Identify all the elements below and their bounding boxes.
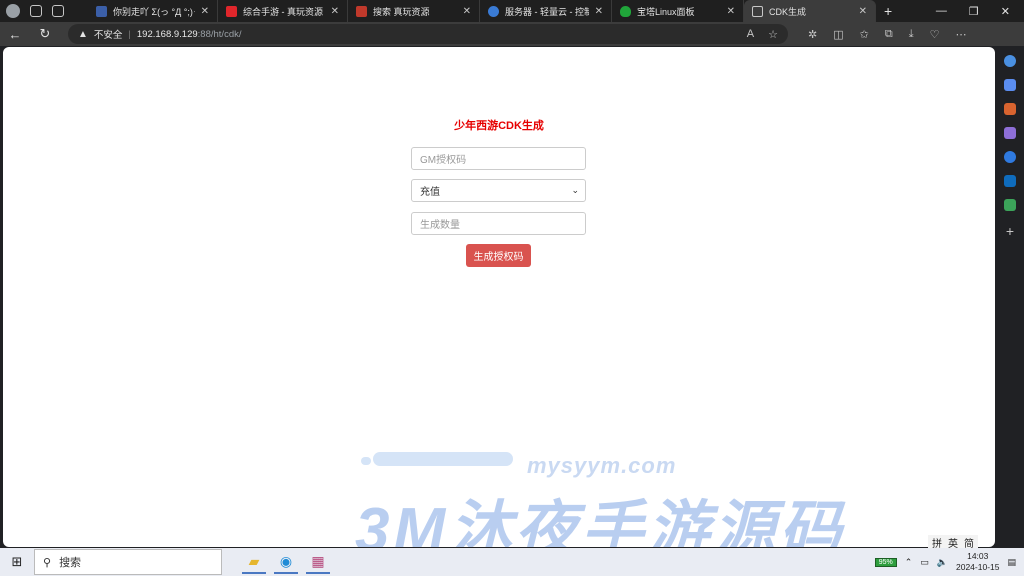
tab-4[interactable]: 宝塔Linux面板 ✕ (612, 0, 744, 22)
tab-bar-left (0, 4, 88, 18)
archive-app-icon[interactable]: ▦ (306, 550, 330, 574)
cloud-icon (488, 5, 499, 17)
tab-close-icon[interactable]: ✕ (859, 6, 867, 17)
tab-close-icon[interactable]: ✕ (201, 6, 209, 17)
clock-time: 14:03 (967, 551, 989, 561)
favorites-icon[interactable]: ✩ (860, 28, 869, 41)
address-bar-row: ← ↻ ▲ 不安全 | 192.168.9.129:88/ht/cdk/ A ☆… (0, 22, 1024, 46)
url-field[interactable]: ▲ 不安全 | 192.168.9.129:88/ht/cdk/ A ☆ (68, 24, 788, 44)
tab-title: 服务器 - 轻量云 - 控制台 (505, 6, 589, 17)
collections-icon[interactable]: ⧉ (885, 28, 893, 41)
download-icon[interactable]: ⤓ (909, 28, 914, 41)
back-icon[interactable]: ← (0, 27, 30, 42)
chevron-down-icon: ⌄ (571, 185, 579, 195)
outlook-icon[interactable] (1004, 175, 1016, 187)
speaker-icon[interactable]: 🔈 (937, 557, 948, 568)
clock-date: 2024-10-15 (956, 562, 1000, 572)
watermark-dot (361, 457, 371, 465)
tab-5-active[interactable]: CDK生成 ✕ (744, 0, 876, 22)
tab-1[interactable]: 综合手游 - 真玩资源 ✕ (218, 0, 348, 22)
notification-icon[interactable]: ▤ (1007, 557, 1016, 568)
tag-icon[interactable] (1004, 79, 1016, 91)
chevron-up-icon[interactable]: ⌃ (905, 557, 913, 568)
tab-favicon-icon (96, 5, 107, 17)
tab-3[interactable]: 服务器 - 轻量云 - 控制台 ✕ (480, 0, 612, 22)
tab-close-icon[interactable]: ✕ (595, 6, 603, 17)
toolbox-icon[interactable] (1004, 103, 1016, 115)
tab-close-icon[interactable]: ✕ (727, 6, 735, 17)
refresh-icon[interactable]: ↻ (30, 26, 60, 42)
system-tray: 95% ⌃ ▭ 🔈 14:03 2024-10-15 ▤ (874, 551, 1024, 573)
select-value: 充值 (420, 187, 440, 198)
close-window-icon[interactable]: ✕ (1001, 5, 1010, 18)
gm-code-input[interactable]: GM授权码 (411, 147, 586, 170)
page-icon (752, 5, 763, 17)
tab-actions-icon[interactable] (52, 5, 64, 17)
page-title: 少年西游CDK生成 (454, 120, 544, 132)
performance-icon[interactable]: ♡ (930, 28, 940, 41)
copilot-icon[interactable] (1004, 151, 1016, 163)
tab-title: CDK生成 (769, 6, 807, 17)
windows-start-icon[interactable]: ⊞ (0, 554, 34, 570)
tab-title: 你别走吖 Σ(っ °Д °;)っ (113, 6, 195, 17)
restore-icon[interactable]: ❐ (969, 5, 979, 18)
taskbar: ⊞ ⚲ 搜索 ▰ ◉ ▦ 95% ⌃ ▭ 🔈 14:03 2024-10-15 … (0, 548, 1024, 576)
people-icon[interactable] (1004, 127, 1016, 139)
search-icon: ⚲ (43, 556, 52, 569)
new-tab-icon[interactable]: + (876, 3, 892, 19)
warning-icon: ▲ (78, 28, 88, 40)
taskbar-apps: ▰ ◉ ▦ (242, 550, 330, 574)
tab-title: 宝塔Linux面板 (637, 6, 695, 17)
tab-close-icon[interactable]: ✕ (331, 6, 339, 17)
tab-0[interactable]: 你别走吖 Σ(っ °Д °;)っ ✕ (88, 0, 218, 22)
battery-indicator[interactable]: 95% (874, 557, 897, 567)
tab-2[interactable]: 搜索 真玩资源 ✕ (348, 0, 480, 22)
tab-title: 搜索 真玩资源 (373, 6, 430, 17)
tab-title: 综合手游 - 真玩资源 (243, 6, 323, 17)
security-label[interactable]: 不安全 (94, 27, 123, 41)
separator: | (128, 28, 131, 40)
network-icon[interactable]: ▭ (920, 557, 929, 568)
edge-browser-icon[interactable]: ◉ (274, 550, 298, 574)
watermark-url: mysyym.com (527, 453, 677, 478)
shield-icon (620, 5, 631, 17)
extensions-icon[interactable]: ✲ (808, 28, 817, 41)
url-actions: A ☆ (747, 28, 778, 41)
clock[interactable]: 14:03 2024-10-15 (956, 551, 999, 573)
minimize-icon[interactable]: — (936, 5, 947, 18)
taskbar-search[interactable]: ⚲ 搜索 (34, 549, 222, 575)
read-aloud-icon[interactable]: A (747, 28, 754, 41)
quantity-input[interactable]: 生成数量 (411, 212, 586, 235)
tab-favicon-icon (356, 5, 367, 17)
add-icon[interactable]: + (1006, 223, 1014, 239)
tab-close-icon[interactable]: ✕ (463, 6, 471, 17)
edge-sidebar: + (996, 47, 1024, 547)
toolbar-icons: ✲ ◫ ✩ ⧉ ⤓ ♡ ⋯ (808, 28, 966, 41)
watermark-bar (373, 452, 513, 466)
profile-avatar-icon[interactable] (6, 4, 20, 18)
taskbar-search-label: 搜索 (59, 557, 82, 569)
tab-bar: 你别走吖 Σ(っ °Д °;)っ ✕ 综合手游 - 真玩资源 ✕ 搜索 真玩资源… (0, 0, 1024, 22)
page-content: 少年西游CDK生成 GM授权码 充值 ⌄ 生成数量 生成授权码 mysyym.c… (3, 47, 995, 547)
type-select[interactable]: 充值 ⌄ (411, 179, 586, 202)
window-controls: — ❐ ✕ (936, 5, 1024, 18)
menu-dots-icon[interactable]: ⋯ (955, 28, 966, 41)
workspaces-icon[interactable] (30, 5, 42, 17)
watermark-logo-text: 3M沐夜手游源码 (355, 496, 846, 547)
file-explorer-icon[interactable]: ▰ (242, 550, 266, 574)
drop-icon[interactable] (1004, 199, 1016, 211)
url-path: :88/ht/cdk/ (197, 28, 242, 40)
tab-favicon-icon (226, 5, 237, 17)
generate-button[interactable]: 生成授权码 (466, 244, 531, 267)
search-icon[interactable] (1004, 55, 1016, 67)
favorite-star-icon[interactable]: ☆ (768, 28, 778, 41)
split-screen-icon[interactable]: ◫ (833, 28, 843, 41)
url-host: 192.168.9.129 (136, 28, 198, 40)
